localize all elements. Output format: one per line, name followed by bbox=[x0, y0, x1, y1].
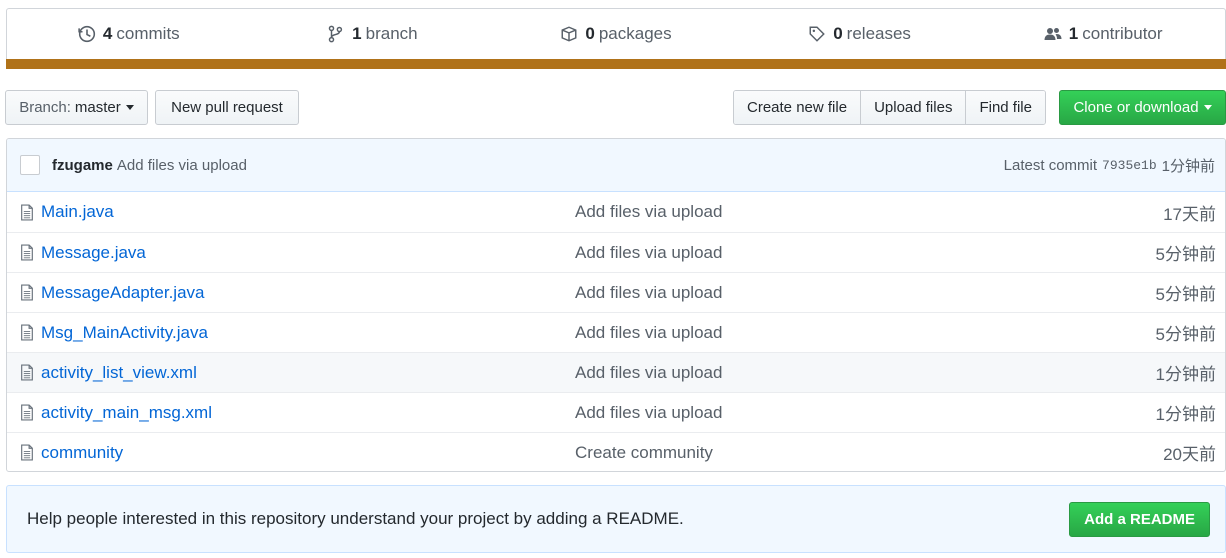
releases-count: 0 bbox=[833, 24, 843, 43]
file-icon bbox=[21, 203, 33, 221]
table-row: community Create community 20天前 bbox=[7, 432, 1225, 471]
package-icon bbox=[561, 26, 577, 42]
table-row: Message.java Add files via upload 5分钟前 bbox=[7, 232, 1225, 272]
file-name-link[interactable]: community bbox=[41, 443, 575, 463]
releases-link[interactable]: 0 releases bbox=[738, 24, 982, 44]
upload-files-label: Upload files bbox=[874, 99, 953, 116]
caret-down-icon bbox=[1203, 105, 1212, 110]
clone-label: Clone or download bbox=[1073, 99, 1199, 116]
file-actions-group: Create new file Upload files Find file bbox=[733, 90, 1046, 125]
table-row: Msg_MainActivity.java Add files via uploa… bbox=[7, 312, 1225, 352]
file-table: fzugame Add files via upload Latest comm… bbox=[6, 138, 1226, 472]
commits-label: commits bbox=[116, 24, 180, 43]
commit-age: 1分钟前 bbox=[1161, 157, 1215, 175]
file-name-link[interactable]: activity_list_view.xml bbox=[41, 363, 575, 383]
tag-icon bbox=[809, 26, 825, 42]
create-new-file-label: Create new file bbox=[747, 99, 848, 116]
contributors-link[interactable]: 1 contributor bbox=[981, 24, 1225, 44]
file-commit-message-link[interactable]: Create community bbox=[575, 443, 975, 463]
packages-label: packages bbox=[598, 24, 672, 43]
file-name-link[interactable]: activity_main_msg.xml bbox=[41, 403, 575, 423]
file-age: 1分钟前 bbox=[1155, 405, 1216, 424]
branch-icon bbox=[328, 25, 343, 43]
language-bar[interactable] bbox=[6, 59, 1226, 69]
file-age: 5分钟前 bbox=[1155, 325, 1216, 344]
file-name-link[interactable]: Msg_MainActivity.java bbox=[41, 323, 575, 343]
file-icon bbox=[21, 404, 33, 421]
avatar[interactable] bbox=[20, 155, 40, 175]
packages-count: 0 bbox=[585, 24, 595, 43]
clone-or-download-button[interactable]: Clone or download bbox=[1059, 90, 1226, 125]
caret-down-icon bbox=[125, 105, 134, 110]
upload-files-button[interactable]: Upload files bbox=[860, 91, 966, 124]
find-file-label: Find file bbox=[979, 99, 1032, 116]
branches-label: branch bbox=[365, 24, 418, 43]
people-icon bbox=[1044, 28, 1062, 40]
branch-name: master bbox=[74, 99, 121, 116]
new-pull-request-label: New pull request bbox=[171, 99, 283, 116]
table-row: MessageAdapter.java Add files via upload 5… bbox=[7, 272, 1225, 312]
commit-message-link[interactable]: Add files via upload bbox=[117, 157, 247, 174]
table-row: activity_list_view.xml Add files via uplo… bbox=[7, 352, 1225, 392]
branches-link[interactable]: 1 branch bbox=[251, 24, 495, 44]
branches-count: 1 bbox=[352, 24, 362, 43]
commits-count: 4 bbox=[102, 24, 113, 43]
file-commit-message-link[interactable]: Add files via upload bbox=[575, 243, 975, 263]
new-pull-request-button[interactable]: New pull request bbox=[155, 90, 299, 125]
file-commit-message-link[interactable]: Add files via upload bbox=[575, 363, 975, 383]
commits-link[interactable]: 4 commits bbox=[7, 24, 251, 44]
file-icon bbox=[21, 444, 33, 461]
latest-commit-bar: fzugame Add files via upload Latest comm… bbox=[7, 139, 1225, 192]
create-new-file-button[interactable]: Create new file bbox=[734, 91, 861, 124]
file-commit-message-link[interactable]: Add files via upload bbox=[575, 323, 975, 343]
file-name-link[interactable]: Message.java bbox=[41, 243, 575, 263]
file-age: 5分钟前 bbox=[1155, 245, 1216, 264]
file-icon bbox=[21, 244, 33, 261]
file-age: 20天前 bbox=[1163, 445, 1216, 464]
table-row: activity_main_msg.xml Add files via uploa… bbox=[7, 392, 1225, 432]
packages-link[interactable]: 0 packages bbox=[494, 24, 738, 44]
file-icon bbox=[21, 364, 33, 381]
file-commit-message-link[interactable]: Add files via upload bbox=[575, 403, 975, 423]
file-age: 17天前 bbox=[1163, 204, 1216, 224]
file-icon bbox=[21, 324, 33, 341]
add-readme-label: Add a README bbox=[1084, 510, 1195, 528]
file-commit-message-link[interactable]: Add files via upload bbox=[575, 202, 975, 222]
contributors-count: 1 bbox=[1068, 24, 1079, 43]
commit-sha-link[interactable]: 7935e1b bbox=[1102, 158, 1157, 173]
repo-summary: 4 commits 1 branch 0 packages 0 releases… bbox=[6, 8, 1226, 69]
latest-commit-info: Latest commit 7935e1b 1分钟前 bbox=[1004, 155, 1215, 176]
releases-label: releases bbox=[846, 24, 911, 43]
readme-prompt-text: Help people interested in this repositor… bbox=[27, 509, 684, 528]
contributors-label: contributor bbox=[1082, 24, 1163, 43]
file-icon bbox=[21, 284, 33, 301]
file-commit-message-link[interactable]: Add files via upload bbox=[575, 283, 975, 303]
readme-prompt: Help people interested in this repositor… bbox=[6, 485, 1226, 553]
latest-commit-label: Latest commit bbox=[1003, 156, 1098, 174]
file-name-link[interactable]: MessageAdapter.java bbox=[41, 283, 575, 303]
file-name-link[interactable]: Main.java bbox=[41, 202, 575, 222]
file-age: 1分钟前 bbox=[1155, 365, 1216, 384]
find-file-button[interactable]: Find file bbox=[965, 91, 1045, 124]
add-readme-button[interactable]: Add a README bbox=[1069, 501, 1210, 537]
history-icon bbox=[78, 25, 96, 43]
table-row: Main.java Add files via upload 17天前 bbox=[7, 192, 1225, 232]
branch-prefix: Branch: bbox=[19, 99, 71, 116]
commit-author-link[interactable]: fzugame bbox=[52, 157, 113, 174]
file-age: 5分钟前 bbox=[1155, 285, 1216, 304]
branch-select-button[interactable]: Branch: master bbox=[5, 90, 148, 125]
